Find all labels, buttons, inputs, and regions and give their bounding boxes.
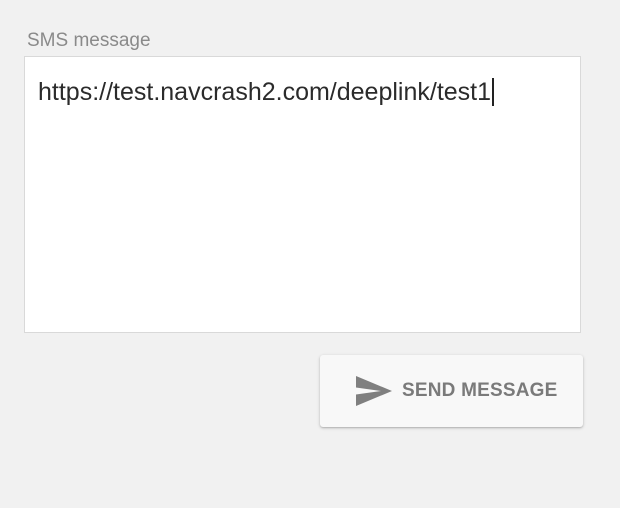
- sms-message-label: SMS message: [27, 30, 151, 51]
- text-cursor: [492, 78, 495, 106]
- send-message-button[interactable]: SEND MESSAGE: [320, 355, 583, 427]
- send-message-label: SEND MESSAGE: [402, 380, 558, 401]
- sms-message-text: https://test.navcrash2.com/deeplink/test…: [38, 76, 495, 108]
- sms-message-textarea[interactable]: https://test.navcrash2.com/deeplink/test…: [24, 56, 581, 333]
- sms-message-value: https://test.navcrash2.com/deeplink/test…: [38, 78, 492, 106]
- send-icon: [356, 376, 392, 406]
